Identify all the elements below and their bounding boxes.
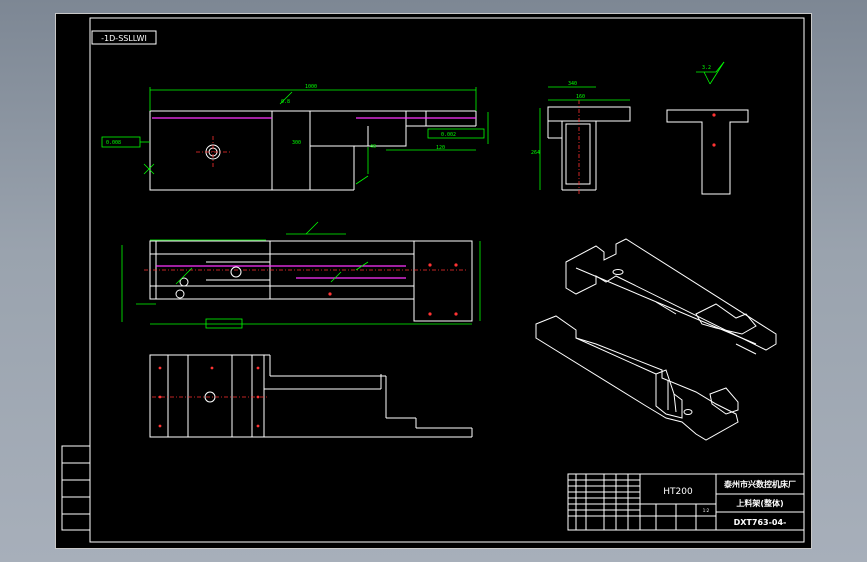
dim-right: 0.002 (441, 132, 456, 138)
stamp-code: -1D-SSLLWI (101, 34, 147, 43)
dim-d2: 40 (370, 144, 376, 150)
material-label: HT200 (663, 487, 693, 497)
end-view: 3.2 (666, 61, 749, 195)
dim-top: 0.8 (281, 99, 290, 105)
drawing-canvas: -1D-SSLLWI 1000 0.8 0.008 0.002 300 40 1… (61, 17, 805, 543)
scale-label: 1:2 (703, 508, 710, 513)
part-name: 上料架(整体) (736, 498, 783, 508)
dim-tol: 0.008 (106, 140, 121, 146)
title-block[interactable]: HT200 泰州市兴数控机床厂 上料架(整体) DXT763-04- 1:2 (567, 473, 805, 531)
front-view: 1000 0.8 0.008 0.002 300 40 120 (101, 84, 489, 191)
dim-total: 1000 (305, 84, 317, 90)
bottom-view (149, 354, 473, 438)
isometric-view (535, 238, 777, 441)
cad-viewport[interactable]: -1D-SSLLWI 1000 0.8 0.008 0.002 300 40 1… (0, 0, 867, 562)
drawing-number: DXT763-04- (734, 518, 787, 527)
top-view (121, 221, 481, 329)
dim-d3: 120 (436, 145, 445, 151)
revision-strip (61, 445, 91, 531)
side-view: 264 160 340 (531, 81, 631, 194)
roughness-mark: 3.2 (702, 65, 711, 71)
dim-side-height: 264 (531, 150, 540, 156)
dim-side-width: 340 (568, 81, 577, 87)
drawing-sheet: -1D-SSLLWI 1000 0.8 0.008 0.002 300 40 1… (55, 13, 812, 549)
dim-side-top: 160 (576, 94, 585, 100)
inner-frame (89, 17, 805, 543)
dim-d1: 300 (292, 140, 301, 146)
company-name: 泰州市兴数控机床厂 (723, 479, 796, 489)
